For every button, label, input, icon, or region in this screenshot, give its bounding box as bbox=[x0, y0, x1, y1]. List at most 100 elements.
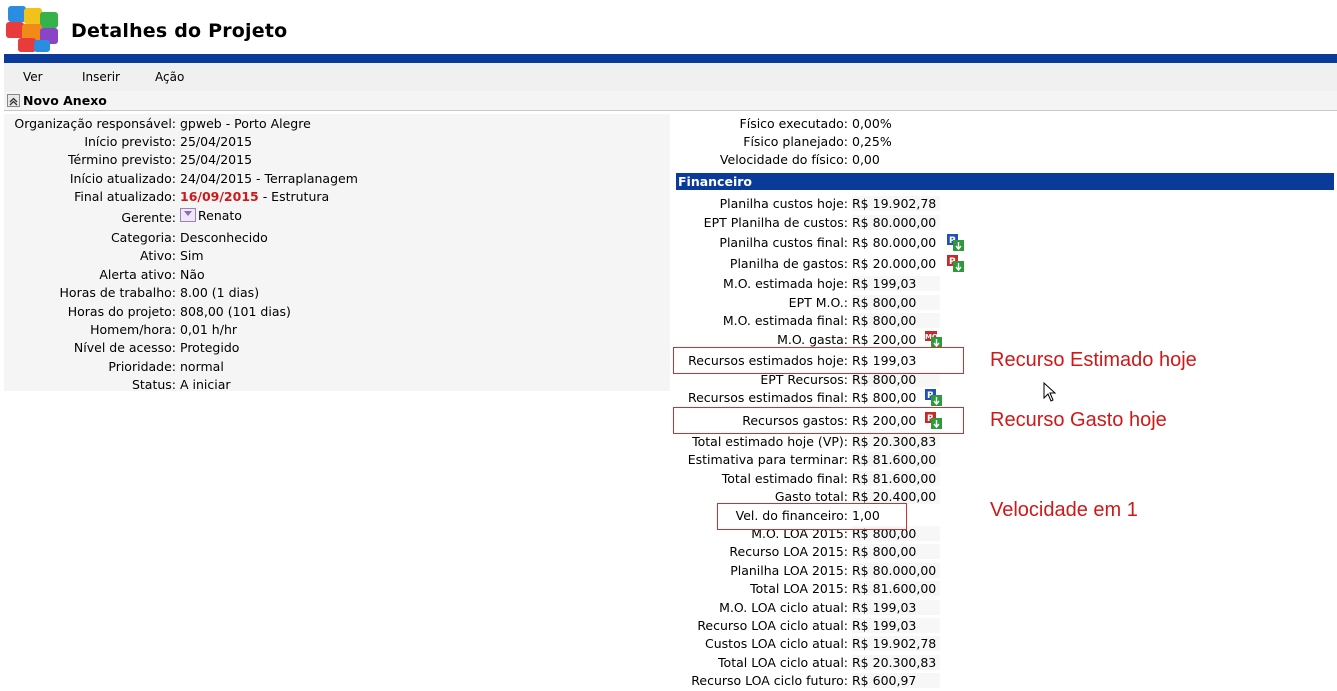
final-date-rest: - Estrutura bbox=[258, 189, 330, 204]
mouse-cursor-icon bbox=[1043, 382, 1057, 402]
highlight-box-estimado bbox=[673, 347, 964, 374]
fin-label: M.O. gasta: bbox=[777, 332, 848, 347]
dropdown-arrow-icon[interactable] bbox=[180, 208, 196, 222]
detail-label: Prioridade: bbox=[108, 359, 176, 374]
fin-value: R$ 81.600,00 bbox=[852, 471, 940, 486]
physical-label: Físico planejado: bbox=[743, 134, 848, 149]
fin-label: Estimativa para terminar: bbox=[687, 452, 848, 467]
detail-value: Protegido bbox=[180, 340, 240, 355]
fin-value: R$ 19.902,78 bbox=[852, 636, 940, 651]
detail-label: Início previsto: bbox=[84, 134, 176, 149]
fin-value: R$ 81.600,00 bbox=[852, 452, 940, 467]
detail-label: Homem/hora: bbox=[90, 322, 176, 337]
fin-label: Recursos estimados final: bbox=[687, 390, 848, 405]
section-title: Novo Anexo bbox=[23, 93, 107, 108]
fin-label: Total LOA 2015: bbox=[750, 581, 848, 596]
detail-label: Ativo: bbox=[140, 248, 176, 263]
fin-label: Gasto total: bbox=[774, 489, 848, 504]
fin-value: R$ 80.000,00 bbox=[852, 563, 940, 578]
manager-name[interactable]: Renato bbox=[198, 208, 242, 223]
fin-label: Total estimado hoje (VP): bbox=[692, 434, 848, 449]
fin-value: R$ 80.000,00 bbox=[852, 235, 937, 250]
financial-panel: Físico executado: 0,00% Físico planejado:… bbox=[670, 114, 1337, 691]
menu-item-acao[interactable]: Ação bbox=[155, 70, 184, 84]
fin-label: Planilha de gastos: bbox=[729, 256, 848, 271]
fin-value: R$ 800,00 bbox=[852, 390, 917, 405]
fin-value: R$ 800,00 bbox=[852, 544, 940, 559]
fin-label: Planilha custos hoje: bbox=[719, 196, 848, 211]
detail-value: Desconhecido bbox=[180, 230, 268, 245]
fin-label: Total estimado final: bbox=[721, 471, 848, 486]
mo-icon[interactable]: MO bbox=[925, 331, 942, 348]
recurso-icon[interactable]: R bbox=[925, 389, 942, 406]
fin-label: M.O. LOA ciclo atual: bbox=[719, 600, 848, 615]
physical-label: Velocidade do físico: bbox=[719, 152, 848, 167]
fin-value: R$ 19.902,78 bbox=[852, 196, 940, 211]
detail-label: Status: bbox=[131, 377, 176, 392]
highlight-box-velocidade bbox=[717, 503, 907, 530]
fin-value: R$ 20.300,83 bbox=[852, 655, 940, 670]
puzzle-logo-icon bbox=[6, 6, 58, 52]
menu-item-inserir[interactable]: Inserir bbox=[82, 70, 120, 84]
physical-value: 0,25% bbox=[852, 134, 892, 149]
fin-value: R$ 800,00 bbox=[852, 372, 940, 387]
detail-label: Início atualizado: bbox=[69, 171, 176, 186]
detail-value: Sim bbox=[180, 248, 204, 263]
fin-value: R$ 20.000,00 bbox=[852, 256, 937, 271]
detail-label: Categoria: bbox=[110, 230, 176, 245]
detail-label: Horas de trabalho: bbox=[59, 285, 176, 300]
detail-value: 8.00 (1 dias) bbox=[180, 285, 260, 300]
detail-label: Horas do projeto: bbox=[67, 304, 176, 319]
menu-item-ver[interactable]: Ver bbox=[23, 70, 43, 84]
detail-value: A iniciar bbox=[180, 377, 231, 392]
detail-value: Não bbox=[180, 267, 205, 282]
detail-value: 808,00 (101 dias) bbox=[180, 304, 291, 319]
fin-label: Recurso LOA 2015: bbox=[729, 544, 848, 559]
fin-label: Planilha LOA 2015: bbox=[730, 563, 848, 578]
detail-value: 24/04/2015 - Terraplanagem bbox=[180, 171, 358, 186]
menu-bar: Ver Inserir Ação bbox=[4, 63, 1337, 92]
collapse-icon[interactable] bbox=[7, 94, 20, 107]
detail-value: normal bbox=[180, 359, 224, 374]
physical-value: 0,00 bbox=[852, 152, 880, 167]
fin-value: R$ 80.000,00 bbox=[852, 215, 940, 230]
fin-value: R$ 81.600,00 bbox=[852, 581, 940, 596]
detail-value: gpweb - Porto Alegre bbox=[180, 116, 311, 131]
detail-label: Alerta ativo: bbox=[99, 267, 176, 282]
financial-section-header: Financeiro bbox=[676, 173, 1334, 190]
fin-value: R$ 20.400,00 bbox=[852, 489, 940, 504]
fin-value: R$ 199,03 bbox=[852, 600, 940, 615]
planilha-icon[interactable]: P bbox=[947, 234, 964, 251]
page-header: Detalhes do Projeto bbox=[0, 0, 1337, 54]
fin-value: R$ 199,03 bbox=[852, 276, 940, 291]
fin-label: Planilha custos final: bbox=[719, 235, 848, 250]
physical-label: Físico executado: bbox=[739, 116, 848, 131]
fin-label: Total LOA ciclo atual: bbox=[718, 655, 848, 670]
fin-value: R$ 199,03 bbox=[852, 618, 940, 633]
fin-value: R$ 800,00 bbox=[852, 295, 940, 310]
detail-value: Renato bbox=[180, 208, 242, 223]
fin-value: R$ 20.300,83 bbox=[852, 434, 940, 449]
fin-label: Recurso LOA ciclo atual: bbox=[697, 618, 848, 633]
detail-value: 0,01 h/hr bbox=[180, 322, 238, 337]
annotation-estimado: Recurso Estimado hoje bbox=[990, 349, 1197, 371]
physical-value: 0,00% bbox=[852, 116, 892, 131]
detail-label: Nível de acesso: bbox=[73, 340, 176, 355]
fin-label: M.O. estimada hoje: bbox=[723, 276, 848, 291]
detail-value: 25/04/2015 bbox=[180, 152, 253, 167]
detail-value: 16/09/2015 - Estrutura bbox=[180, 189, 329, 204]
section-header: Novo Anexo bbox=[4, 91, 1337, 111]
fin-label: EPT Planilha de custos: bbox=[703, 215, 848, 230]
detail-label: Término previsto: bbox=[68, 152, 176, 167]
final-date-highlight: 16/09/2015 bbox=[180, 189, 259, 204]
detail-label: Organização responsável: bbox=[14, 116, 176, 131]
detail-label: Gerente: bbox=[121, 210, 176, 225]
fin-label: M.O. estimada final: bbox=[722, 313, 848, 328]
detail-value: 25/04/2015 bbox=[180, 134, 253, 149]
annotation-gasto: Recurso Gasto hoje bbox=[990, 409, 1167, 431]
header-divider bbox=[4, 54, 1337, 63]
project-details-panel: Organização responsável: gpweb - Porto Al… bbox=[4, 114, 670, 392]
annotation-velocidade: Velocidade em 1 bbox=[990, 499, 1138, 521]
planilha-gastos-icon[interactable]: P bbox=[947, 255, 964, 272]
fin-value: R$ 200,00 bbox=[852, 332, 917, 347]
